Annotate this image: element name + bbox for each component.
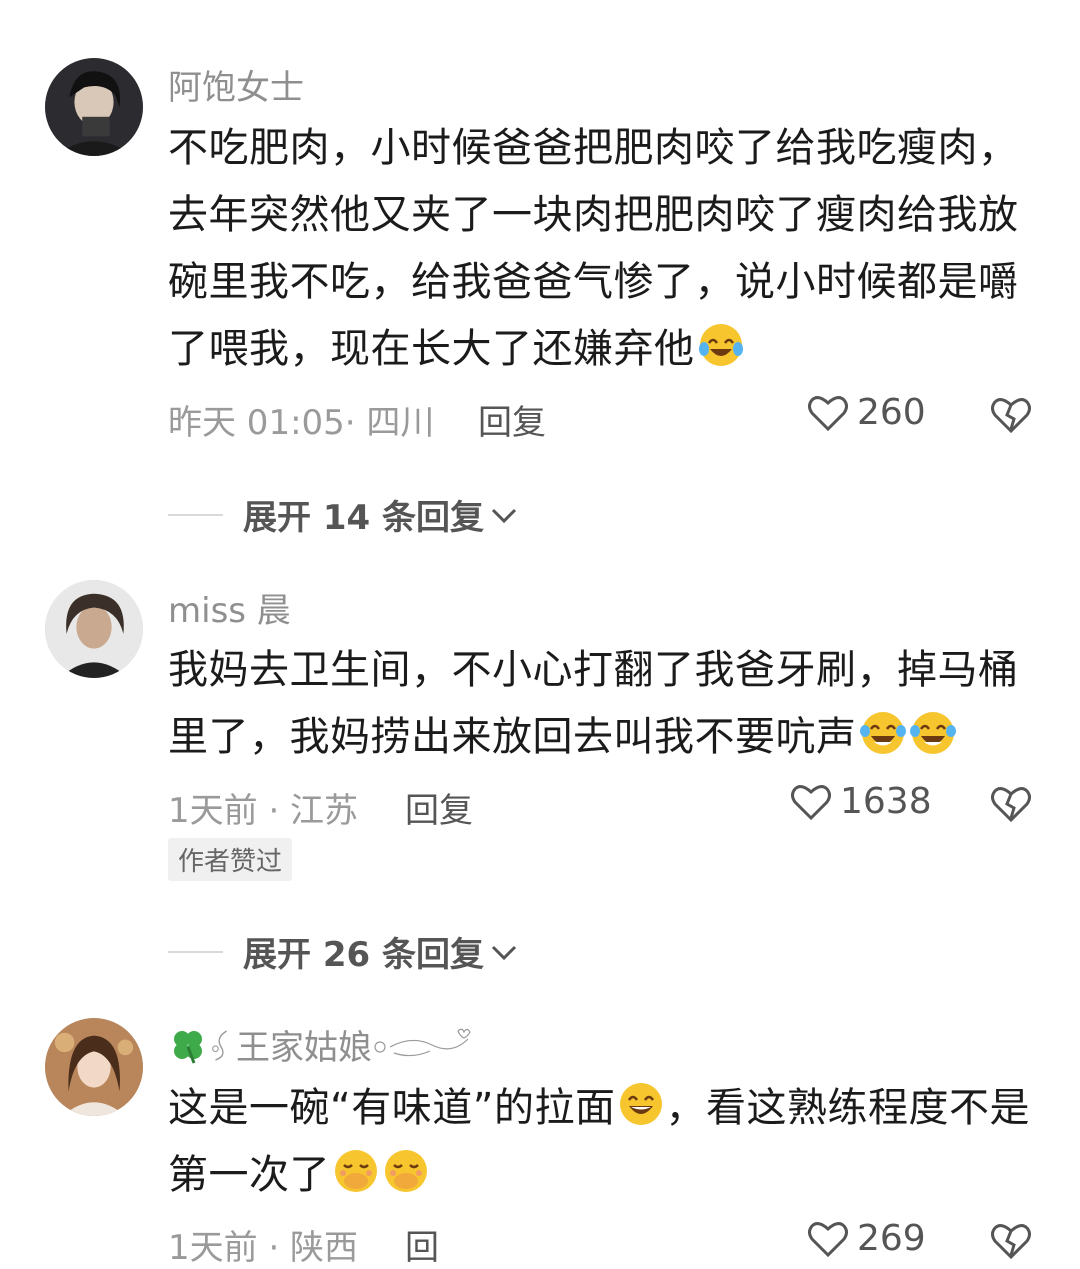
comment-text: 我妈去卫生间，不小心打翻了我爸牙刷，掉马桶里了，我妈捞出来放回去叫我不要吭声: [168, 637, 1048, 771]
decorative-swirl-icon: [212, 1029, 228, 1061]
avatar[interactable]: [45, 1018, 143, 1116]
expand-replies-button[interactable]: 展开 26 条回复: [168, 927, 518, 976]
watermark-overlay: [440, 1215, 640, 1269]
tears-of-joy-emoji: [859, 712, 906, 754]
author-liked-badge: 作者赞过: [168, 838, 293, 881]
reply-button[interactable]: 回: [405, 1220, 439, 1269]
username[interactable]: miss 晨: [168, 583, 291, 632]
heart-outline-icon: [808, 1221, 848, 1257]
avatar-image: [45, 58, 143, 156]
like-count: 260: [857, 392, 926, 433]
like-button[interactable]: 269: [807, 1218, 926, 1259]
hand-over-mouth-emoji: [335, 1150, 377, 1192]
expand-replies-label: 展开 14 条回复: [243, 498, 484, 538]
expand-replies-button[interactable]: 展开 14 条回复: [168, 490, 518, 539]
comment-text-content: 这是一碗“有味道”的拉面: [168, 1085, 616, 1131]
reply-button[interactable]: 回复: [478, 395, 546, 444]
comment-text-content: 不吃肥肉，小时候爸爸把肥肉咬了给我吃瘦肉，去年突然他又夹了一块肉把肥肉咬了瘦肉给…: [168, 125, 1019, 372]
chevron-down-icon: [491, 508, 517, 523]
broken-heart-icon[interactable]: [990, 1219, 1032, 1261]
avatar-image: [45, 580, 143, 678]
comment-meta: 1天前 · 江苏: [168, 791, 359, 831]
comment-text: 不吃肥肉，小时候爸爸把肥肉咬了给我吃瘦肉，去年突然他又夹了一块肉把肥肉咬了瘦肉给…: [168, 115, 1048, 383]
hand-over-mouth-emoji: [385, 1150, 427, 1192]
crying-laughing-emoji: [698, 324, 743, 366]
comment-meta: 1天前 · 陕西: [168, 1228, 359, 1268]
comment-meta: 昨天 01:05· 四川: [168, 403, 435, 443]
reply-button[interactable]: 回复: [405, 783, 473, 832]
like-count: 269: [857, 1218, 926, 1259]
grinning-emoji: [620, 1083, 663, 1125]
divider: [168, 950, 223, 953]
avatar[interactable]: [45, 580, 143, 678]
like-count: 1638: [840, 781, 932, 822]
tears-of-joy-emoji: [909, 712, 956, 754]
four-leaf-clover-icon: [174, 1030, 202, 1064]
username[interactable]: 阿饱女士: [168, 60, 304, 109]
like-button[interactable]: 1638: [790, 781, 932, 822]
username-text: 王家姑娘: [236, 1028, 372, 1068]
username[interactable]: 王家姑娘: [168, 1020, 472, 1069]
expand-replies-label: 展开 26 条回复: [243, 935, 484, 975]
decorative-flourish-icon: [374, 1028, 471, 1056]
like-button[interactable]: 260: [807, 392, 926, 433]
comment-text: 这是一碗“有味道”的拉面 ，看这熟练程度不是第一次了: [168, 1075, 1048, 1209]
broken-heart-icon[interactable]: [990, 782, 1032, 824]
heart-outline-icon: [808, 395, 848, 431]
chevron-down-icon: [491, 945, 517, 960]
divider: [168, 513, 223, 516]
heart-outline-icon: [791, 784, 831, 820]
avatar[interactable]: [45, 58, 143, 156]
avatar-image: [45, 1018, 143, 1116]
broken-heart-icon[interactable]: [990, 393, 1032, 435]
